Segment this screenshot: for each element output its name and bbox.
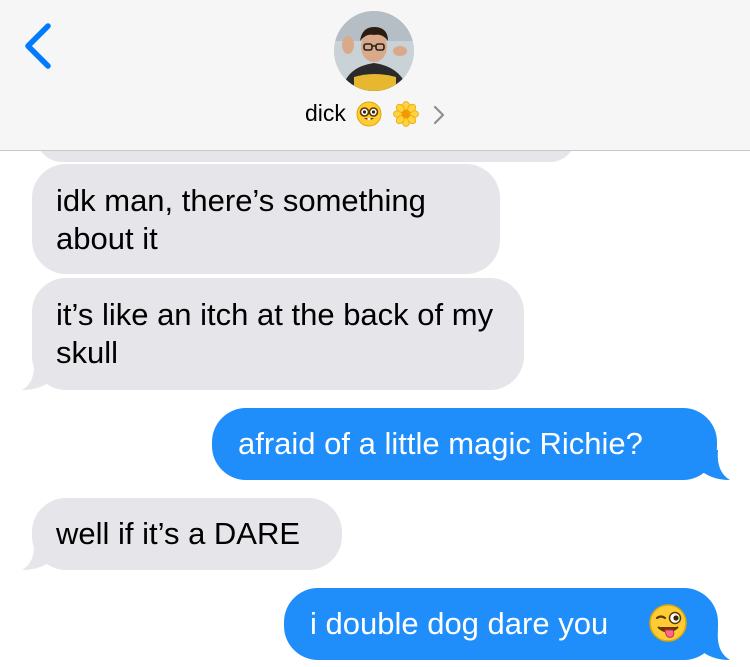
contact-name-row[interactable]: dick bbox=[0, 100, 750, 127]
message-text: i double dog dare you bbox=[310, 606, 609, 641]
message-text: well if it’s a DARE bbox=[56, 516, 301, 551]
winking-tongue-face-emoji bbox=[649, 604, 687, 642]
message-text: it’s like an itch at the back of my skul… bbox=[56, 297, 494, 370]
chevron-right-icon[interactable] bbox=[433, 105, 445, 125]
message-bubble-incoming[interactable]: idk man, there’s something about it bbox=[32, 164, 500, 274]
message-text: afraid of a little magic Richie? bbox=[238, 426, 643, 461]
contact-name: dick bbox=[304, 100, 346, 126]
incoming-bubble-tail bbox=[22, 540, 54, 570]
outgoing-bubble-tail bbox=[698, 630, 730, 660]
message-bubble-outgoing[interactable]: afraid of a little magic Richie? bbox=[212, 408, 717, 480]
contact-avatar[interactable] bbox=[334, 11, 414, 91]
chevron-left-icon[interactable] bbox=[14, 18, 64, 72]
message-bubble-outgoing[interactable]: i double dog dare you bbox=[284, 588, 718, 660]
blossom-emoji bbox=[392, 101, 419, 127]
outgoing-bubble-tail bbox=[698, 450, 730, 480]
incoming-bubble-tail bbox=[22, 360, 54, 390]
conversation-header: dick bbox=[0, 0, 750, 151]
message-bubble-incoming[interactable]: well if it’s a DARE bbox=[32, 498, 342, 570]
nerd-face-emoji bbox=[356, 101, 382, 127]
message-bubble-incoming[interactable]: it’s like an itch at the back of my skul… bbox=[32, 278, 524, 390]
message-text: idk man, there’s something about it bbox=[56, 183, 426, 256]
avatar-photo bbox=[334, 11, 414, 91]
